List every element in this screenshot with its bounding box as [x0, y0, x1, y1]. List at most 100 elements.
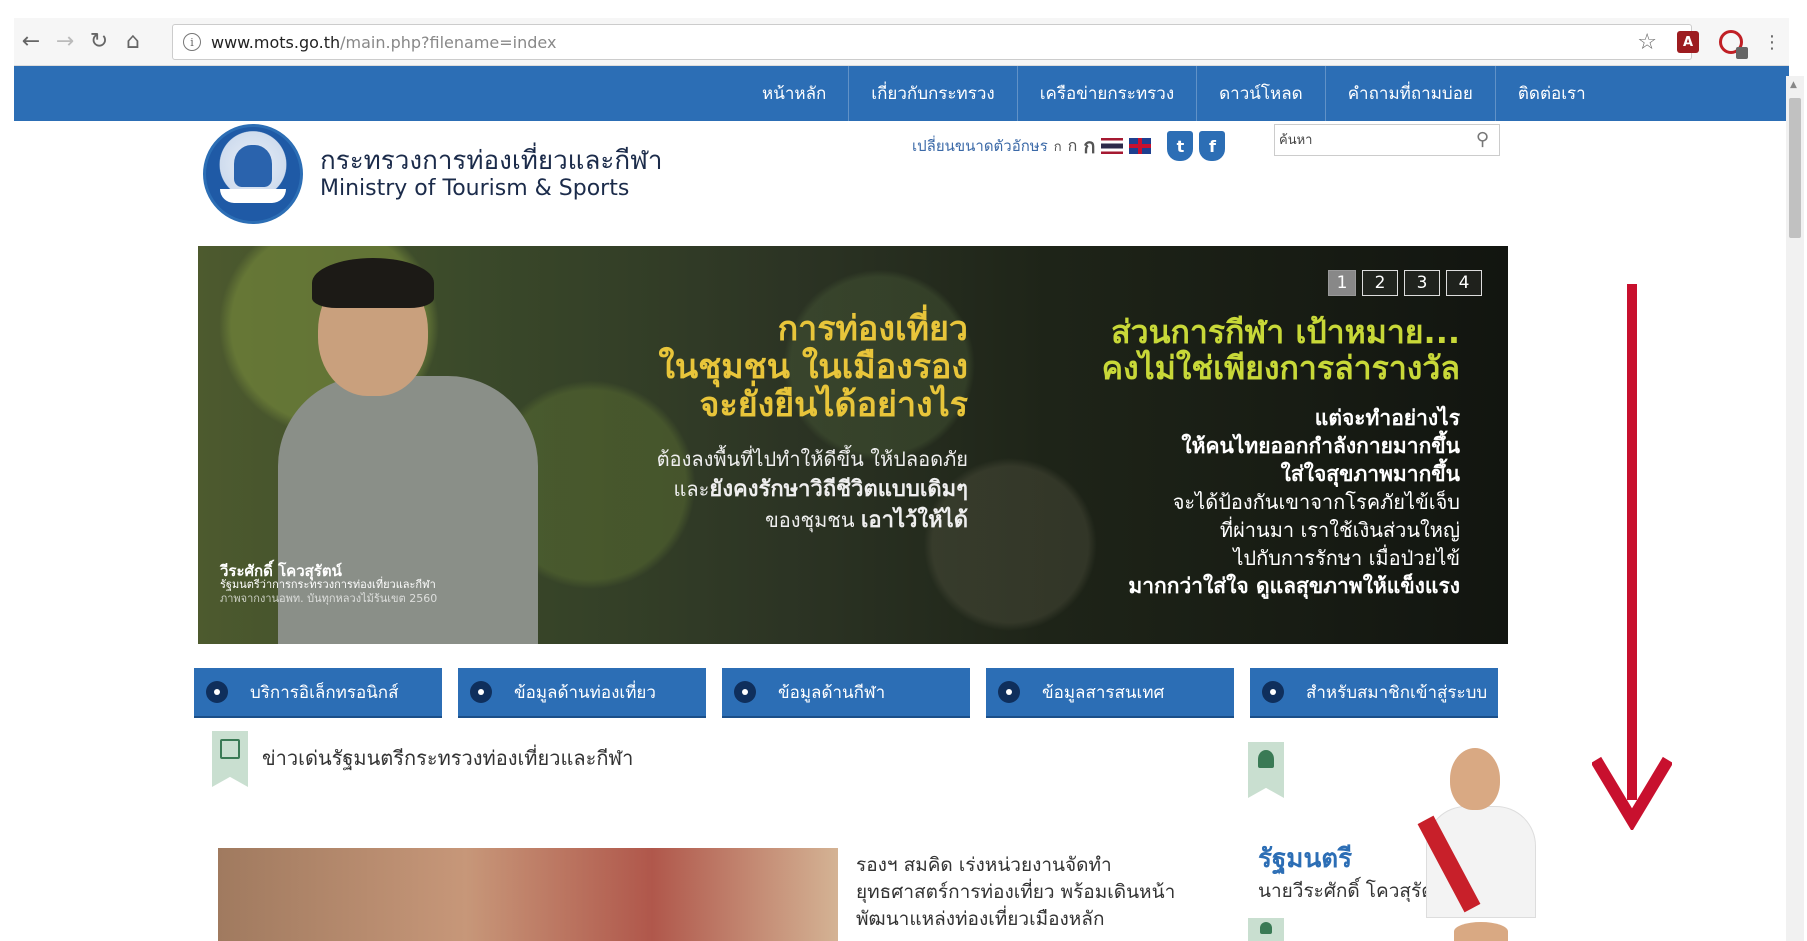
person-icon [1258, 750, 1274, 768]
banner-right-sub-2: ให้คนไทยออกกำลังกายมากขึ้น [1181, 434, 1460, 458]
facebook-icon[interactable]: f [1199, 131, 1226, 161]
reload-icon[interactable]: ↻ [82, 25, 116, 59]
scroll-down-arrow-icon [1592, 284, 1672, 830]
slide-dot-2[interactable]: 2 [1362, 270, 1398, 296]
quick-btn-member-login[interactable]: สำหรับสมาชิกเข้าสู่ระบบ [1250, 668, 1498, 718]
caption-credit: ภาพจากงานอพท. บันทุกหลวงไม้ร้นเขต 2560 [220, 592, 438, 605]
banner-left-headline: การท่องเที่ยว ในชุมชน ในเมืองรอง จะยั่งย… [658, 310, 968, 424]
forward-icon[interactable]: → [48, 25, 82, 59]
url-path: /main.php?filename=index [340, 32, 557, 52]
news-item-text[interactable]: รองฯ สมคิด เร่งหน่วยงานจัดทำยุทธศาสตร์กา… [856, 852, 1202, 933]
menu-dots-icon[interactable]: ⋮ [1763, 32, 1781, 53]
banner-right-sub-3: ใส่ใจสุขภาพมากขึ้น [1280, 462, 1460, 486]
quick-btn-label: ข้อมูลสารสนเทศ [1042, 682, 1165, 703]
banner-right-subtext: แต่จะทำอย่างไร ให้คนไทยออกกำลังกายมากขึ้… [1128, 404, 1460, 600]
slide-dot-4[interactable]: 4 [1446, 270, 1482, 296]
banner-right-headline: ส่วนการกีฬา เป้าหมาย... คงไม่ใช่เพียงการ… [1102, 314, 1460, 386]
banner-right-line-2: คงไม่ใช่เพียงการล่ารางวัล [1101, 349, 1460, 387]
slide-dot-3[interactable]: 3 [1404, 270, 1440, 296]
info-icon[interactable]: i [183, 33, 201, 51]
minister-photo[interactable] [1417, 748, 1536, 918]
quick-nav: บริการอิเล็กทรอนิกส์ ข้อมูลด้านท่องเที่ย… [194, 668, 1498, 718]
org-name-english: Ministry of Tourism & Sports [320, 176, 630, 201]
font-size-label: เปลี่ยนขนาดตัวอักษร [912, 137, 1048, 155]
quick-btn-label: ข้อมูลด้านท่องเที่ยว [514, 682, 656, 703]
back-icon[interactable]: ← [14, 25, 48, 59]
scroll-up-icon[interactable]: ▲ [1790, 80, 1797, 90]
banner-left-sub-3-bold: เอาไว้ให้ได้ [860, 508, 968, 533]
hero-banner[interactable]: 1 2 3 4 การท่องเที่ยว ในชุมชน ในเมืองรอง… [198, 246, 1508, 644]
caption-title: รัฐมนตรีว่าการกระทรวงการท่องเที่ยวและกีฬ… [220, 578, 436, 591]
nav-contact[interactable]: ติดต่อเรา [1496, 66, 1608, 121]
nav-faq[interactable]: คำถามที่ถามบ่อย [1326, 66, 1496, 121]
quick-btn-label: ข้อมูลด้านกีฬา [778, 682, 886, 703]
minister-name: นายวีระศักดิ์ โควสุรัตน์ [1258, 880, 1447, 902]
page-scrollbar[interactable]: ▲ [1786, 76, 1804, 941]
url-host: www.mots.go.th [211, 32, 341, 52]
person-icon [1260, 922, 1272, 934]
banner-left-sub-3-prefix: ของชุมชน [765, 508, 855, 532]
banner-left-line-1: การท่องเที่ยว [777, 309, 968, 349]
thai-flag-icon[interactable] [1101, 138, 1124, 154]
search-box: ⚲ [1274, 124, 1500, 156]
banner-left-sub-1: ต้องลงพื้นที่ไปทำให้ดีขึ้น ให้ปลอดภัย [656, 447, 968, 471]
quick-btn-eservice[interactable]: บริการอิเล็กทรอนิกส์ [194, 668, 442, 718]
minister-tag-2 [1248, 918, 1284, 941]
banner-right-line-1: ส่วนการกีฬา เป้าหมาย... [1111, 313, 1460, 351]
quick-btn-label: สำหรับสมาชิกเข้าสู่ระบบ [1306, 682, 1488, 703]
address-bar[interactable]: i www.mots.go.th/main.php?filename=index [172, 24, 1692, 60]
slide-dot-1[interactable]: 1 [1328, 270, 1356, 296]
banner-right-sub-5: ที่ผ่านมา เราใช้เงินส่วนใหญ่ [1219, 518, 1460, 542]
banner-left-line-2: ในชุมชน ในเมืองรอง [658, 347, 968, 387]
quick-btn-label: บริการอิเล็กทรอนิกส์ [250, 682, 399, 703]
quick-btn-tourism[interactable]: ข้อมูลด้านท่องเที่ยว [458, 668, 706, 718]
nav-download[interactable]: ดาวน์โหลด [1197, 66, 1326, 121]
news-photo[interactable] [218, 848, 838, 941]
nav-home[interactable]: หน้าหลัก [740, 66, 850, 121]
banner-right-sub-7: มากกว่าใส่ใจ ดูแลสุขภาพให้แข็งแรง [1128, 574, 1460, 598]
uk-flag-icon[interactable] [1129, 138, 1152, 154]
bullet-icon [998, 681, 1020, 703]
org-name-thai: กระทรวงการท่องเที่ยวและกีฬา [320, 146, 663, 176]
minister-tag [1248, 742, 1284, 798]
banner-right-sub-1: แต่จะทำอย่างไร [1314, 406, 1460, 430]
banner-left-sub-2-prefix: และ [673, 477, 710, 501]
twitter-icon[interactable]: t [1167, 131, 1194, 161]
quick-btn-sports[interactable]: ข้อมูลด้านกีฬา [722, 668, 970, 718]
nav-network[interactable]: เครือข่ายกระทรวง [1018, 66, 1198, 121]
banner-caption: วีระศักดิ์ โควสุรัตน์ รัฐมนตรีว่าการกระท… [220, 564, 437, 606]
news-heading: ข่าวเด่นรัฐมนตรีกระทรวงท่องเที่ยวและกีฬา [262, 746, 634, 770]
news-tag [212, 731, 248, 787]
bookmark-star-icon[interactable]: ☆ [1637, 30, 1657, 55]
search-icon[interactable]: ⚲ [1476, 129, 1489, 150]
banner-right-sub-6: ไปกับการรักษา เมื่อป่วยไข้ [1233, 546, 1460, 570]
pdf-extension-icon[interactable]: A [1677, 31, 1699, 53]
nav-about[interactable]: เกี่ยวกับกระทรวง [849, 66, 1018, 121]
slide-pager: 1 2 3 4 [1328, 270, 1482, 296]
bullet-icon [1262, 681, 1284, 703]
minister-photo-2[interactable] [1454, 922, 1508, 941]
quick-btn-info[interactable]: ข้อมูลสารสนเทศ [986, 668, 1234, 718]
banner-left-sub-2-bold: ยังคงรักษาวิถีชีวิตแบบเดิมๆ [709, 477, 968, 502]
caption-name: วีระศักดิ์ โควสุรัตน์ [220, 562, 342, 580]
ministry-logo[interactable] [203, 124, 303, 224]
bullet-icon [470, 681, 492, 703]
font-size-medium[interactable]: ก [1068, 134, 1078, 159]
news-icon [220, 739, 240, 759]
home-icon[interactable]: ⌂ [116, 25, 150, 59]
header-tools: เปลี่ยนขนาดตัวอักษร ก ก ก t f [912, 130, 1226, 162]
font-size-large[interactable]: ก [1083, 130, 1095, 162]
bullet-icon [734, 681, 756, 703]
banner-left-line-3: จะยั่งยืนได้อย่างไร [699, 385, 968, 425]
top-navigation: หน้าหลัก เกี่ยวกับกระทรวง เครือข่ายกระทร… [14, 66, 1789, 121]
banner-left-subtext: ต้องลงพื้นที่ไปทำให้ดีขึ้น ให้ปลอดภัย แล… [657, 444, 968, 536]
font-size-small[interactable]: ก [1054, 136, 1062, 157]
minister-title: รัฐมนตรี [1258, 844, 1353, 874]
scroll-thumb[interactable] [1789, 98, 1801, 238]
bullet-icon [206, 681, 228, 703]
search-input[interactable] [1279, 132, 1459, 148]
browser-actions: ☆ A ⋮ [1637, 24, 1781, 60]
extension-icon[interactable] [1719, 30, 1748, 59]
banner-right-sub-4: จะได้ป้องกันเขาจากโรคภัยไข้เจ็บ [1172, 490, 1460, 514]
browser-toolbar: ← → ↻ ⌂ i www.mots.go.th/main.php?filena… [14, 18, 1789, 66]
